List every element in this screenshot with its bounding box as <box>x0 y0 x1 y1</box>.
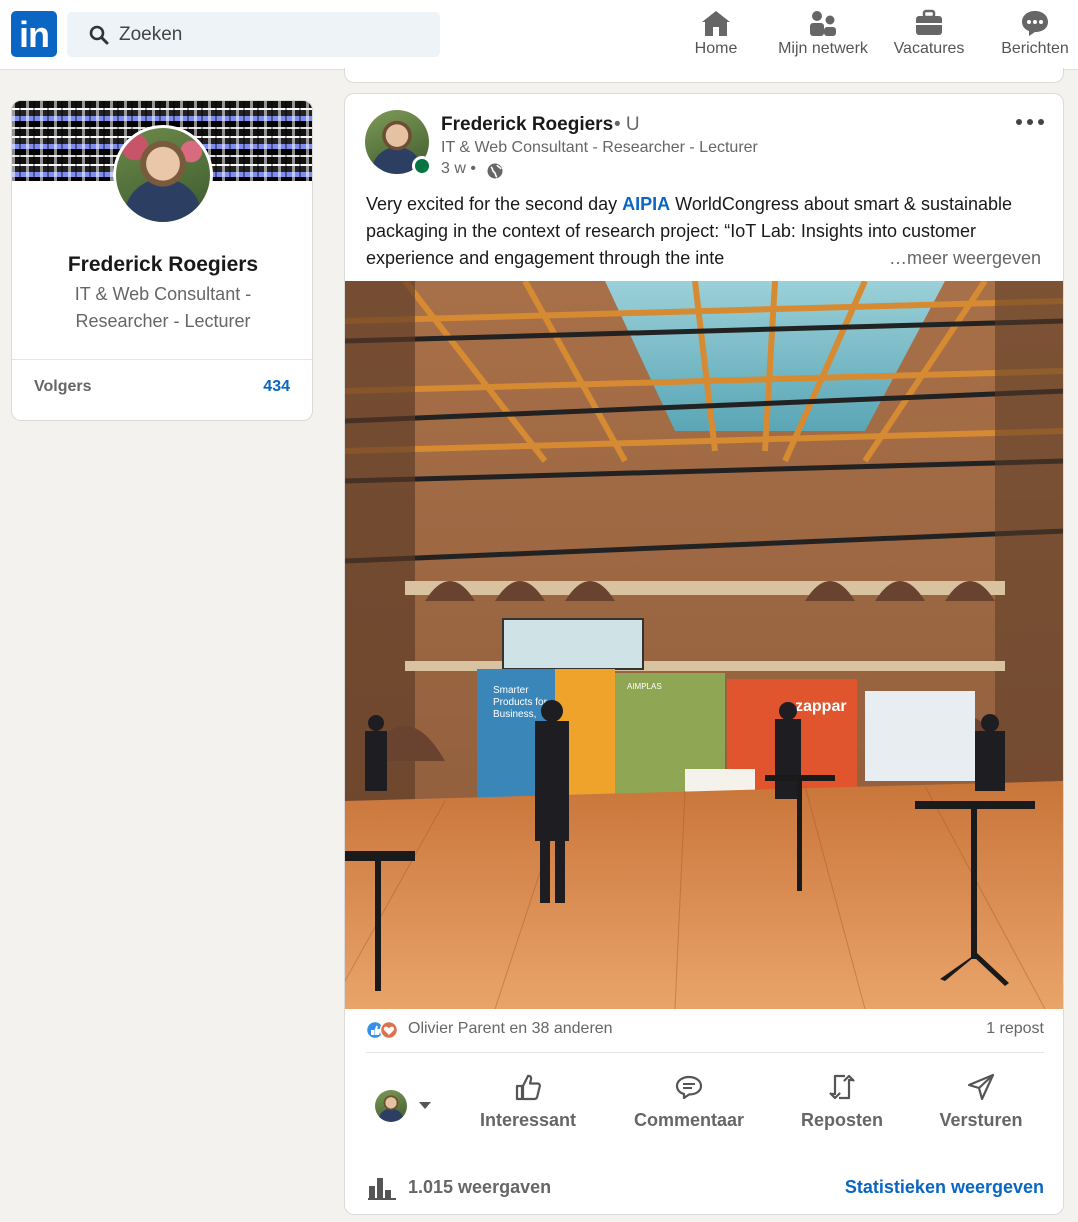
send-button[interactable]: Versturen <box>933 1072 1029 1144</box>
followers-label[interactable]: Volgers <box>34 378 92 396</box>
svg-text:Products for: Products for <box>493 697 548 708</box>
nav-jobs-label: Vacatures <box>893 40 965 57</box>
search-box[interactable] <box>67 12 440 57</box>
see-more-link[interactable]: …meer weergeven <box>885 245 1042 272</box>
author-name[interactable]: Frederick Roegiers <box>441 114 613 136</box>
reposts-count[interactable]: 1 repost <box>986 1020 1044 1038</box>
reactions-summary[interactable]: Olivier Parent en 38 anderen <box>408 1020 613 1038</box>
nav-home-label: Home <box>694 40 738 57</box>
post-analytics: 1.015 weergaven Statistieken weergeven <box>366 1174 1044 1200</box>
hashtag-link[interactable]: AIPIA <box>622 194 670 214</box>
search-icon <box>89 25 109 45</box>
author-headline: IT & Web Consultant - Researcher - Lectu… <box>441 139 758 156</box>
repost-icon <box>829 1074 855 1100</box>
comment-icon <box>675 1075 703 1100</box>
online-status-badge <box>412 156 432 176</box>
divider <box>12 359 312 360</box>
comment-button[interactable]: Commentaar <box>627 1072 751 1144</box>
nav-network-label: Mijn netwerk <box>778 40 868 57</box>
search-input[interactable] <box>119 12 419 57</box>
nav-jobs[interactable]: Vacatures <box>888 8 970 64</box>
nav-network[interactable]: Mijn netwerk <box>772 8 874 64</box>
repost-button-label: Reposten <box>800 1110 883 1130</box>
linkedin-logo[interactable]: in <box>11 11 57 57</box>
nav-messaging[interactable]: Berichten <box>995 8 1075 64</box>
repost-button[interactable]: Reposten <box>797 1072 887 1144</box>
social-counts: Olivier Parent en 38 anderen 1 repost <box>366 1019 1044 1041</box>
globe-icon <box>487 163 503 179</box>
bar-chart-icon <box>368 1178 396 1200</box>
reaction-icons[interactable] <box>366 1020 402 1040</box>
views-count: 1.015 weergaven <box>408 1177 552 1197</box>
actor-avatar <box>375 1090 407 1122</box>
messaging-icon <box>1022 11 1048 36</box>
previous-post-edge <box>344 68 1064 83</box>
view-analytics-link[interactable]: Statistieken weergeven <box>845 1177 1044 1198</box>
svg-text:Business,: Business, <box>493 709 536 720</box>
divider <box>366 1052 1044 1053</box>
profile-headline: IT & Web Consultant - Researcher - Lectu… <box>74 284 252 331</box>
caret-down-icon <box>419 1102 431 1109</box>
connection-degree: • U <box>614 114 640 135</box>
network-icon <box>810 11 836 36</box>
profile-name[interactable]: Frederick Roegiers <box>12 253 312 277</box>
followers-count[interactable]: 434 <box>263 378 290 396</box>
like-button[interactable]: Interessant <box>473 1072 583 1144</box>
like-button-label: Interessant <box>479 1110 577 1130</box>
event-hall-photo: Smarter Products for Business, AIMPLAS z… <box>345 281 1063 1009</box>
send-button-label: Versturen <box>939 1110 1023 1130</box>
stand-left-sign: Smarter <box>493 685 529 696</box>
actor-switcher[interactable] <box>375 1090 437 1122</box>
post-image[interactable]: Smarter Products for Business, AIMPLAS z… <box>345 281 1063 1009</box>
nav-messaging-label: Berichten <box>1001 40 1069 57</box>
svg-text:AIMPLAS: AIMPLAS <box>627 682 662 691</box>
post-timestamp: 3 w • <box>441 160 476 177</box>
briefcase-icon <box>916 9 942 35</box>
more-options-icon[interactable] <box>1013 112 1047 132</box>
send-icon <box>967 1073 995 1101</box>
thumbs-up-icon <box>515 1074 541 1101</box>
comment-button-label: Commentaar <box>633 1110 745 1130</box>
nav-home[interactable]: Home <box>688 8 744 64</box>
feed-post: Frederick Roegiers • U IT & Web Consulta… <box>344 93 1064 1215</box>
profile-avatar[interactable] <box>113 125 213 225</box>
post-text-start: Very excited for the second day <box>366 194 623 214</box>
profile-card: Frederick Roegiers IT & Web Consultant -… <box>11 100 313 421</box>
svg-text:zappar: zappar <box>795 698 847 715</box>
top-navigation: in Home Mijn netwerk Vacatures Berichten <box>0 0 1078 70</box>
home-icon <box>702 11 730 36</box>
